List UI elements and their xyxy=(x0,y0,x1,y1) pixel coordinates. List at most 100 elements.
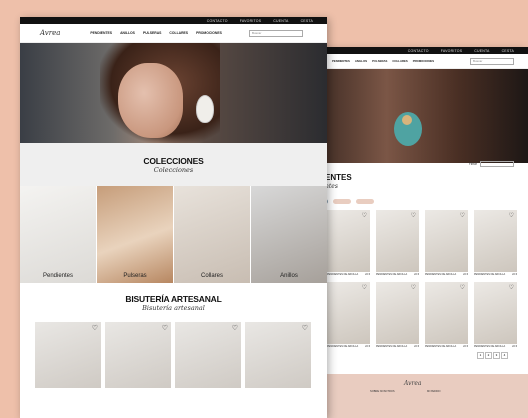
heart-icon[interactable]: ♡ xyxy=(411,284,416,291)
category-label: Collares xyxy=(200,273,223,279)
filter-label: Filtrar xyxy=(468,162,477,166)
product-card[interactable]: ♡ xyxy=(35,322,101,388)
product-card[interactable]: ♡ xyxy=(175,322,241,388)
filter-chips xyxy=(310,199,528,204)
footer: Avrea SOBRE NOSOTROS MI PEDIDO xyxy=(292,374,528,418)
filter-dropdown[interactable] xyxy=(480,161,514,167)
artisanal-header: BISUTERÍA ARTESANAL Bisutería artesanal xyxy=(20,283,327,312)
footer-column-about: SOBRE NOSOTROS xyxy=(370,390,395,395)
page-3[interactable]: 3 xyxy=(493,352,500,359)
category-label: Pendientes xyxy=(42,273,74,279)
nav-collares[interactable]: COLLARES xyxy=(392,59,407,63)
page-2[interactable]: 2 xyxy=(485,352,492,359)
heart-icon[interactable]: ♡ xyxy=(302,324,308,332)
product-price: 22 € xyxy=(365,273,370,276)
nav-anillos[interactable]: ANILLOS xyxy=(120,31,135,35)
heart-icon[interactable]: ♡ xyxy=(92,324,98,332)
category-tiles: Pendientes Pulseras Collares Anillos xyxy=(20,186,327,283)
footer-heading: SOBRE NOSOTROS xyxy=(370,390,395,393)
product-image[interactable]: ♡ xyxy=(327,210,370,272)
page-4[interactable]: 4 xyxy=(501,352,508,359)
cart-link[interactable]: CESTA xyxy=(301,19,313,23)
product-grid: ♡ PENDIENTES DE ARCILLA 22 € ♡ PENDIENTES D… xyxy=(327,210,528,348)
pagination: 1 2 3 4 xyxy=(477,352,508,359)
category-anillos[interactable]: Anillos xyxy=(251,186,327,283)
page-title: ENTES xyxy=(325,173,352,182)
product-name: PENDIENTES DE ARCILLA xyxy=(327,273,359,276)
nav-collares[interactable]: COLLARES xyxy=(169,31,188,35)
nav-pulseras[interactable]: PULSERAS xyxy=(143,31,161,35)
back-browser-window: CONTACTO FAVORITOS CUENTA CESTA PENDIENT… xyxy=(292,47,528,418)
heart-icon[interactable]: ♡ xyxy=(411,212,416,219)
product-image[interactable]: ♡ xyxy=(474,210,517,272)
product-card[interactable]: ♡ PENDIENTES DE ARCILLA 22 € xyxy=(474,282,517,348)
heart-icon[interactable]: ♡ xyxy=(460,284,465,291)
white-earring xyxy=(196,95,214,123)
favorites-link[interactable]: FAVORITOS xyxy=(441,49,463,53)
product-name: PENDIENTES DE ARCILLA xyxy=(327,345,359,348)
collections-script: Colecciones xyxy=(153,165,194,174)
heart-icon[interactable]: ♡ xyxy=(232,324,238,332)
product-image[interactable]: ♡ xyxy=(376,282,419,344)
contact-link[interactable]: CONTACTO xyxy=(207,19,228,23)
footer-heading: MI PEDIDO xyxy=(427,390,441,393)
nav-anillos[interactable]: ANILLOS xyxy=(355,59,367,63)
product-image[interactable]: ♡ xyxy=(376,210,419,272)
front-navbar: Avrea PENDIENTES ANILLOS PULSERAS COLLAR… xyxy=(20,24,327,43)
cart-link[interactable]: CESTA xyxy=(502,49,514,53)
nav-pulseras[interactable]: PULSERAS xyxy=(372,59,387,63)
filter-select[interactable]: Filtrar xyxy=(469,161,514,167)
product-name: PENDIENTES DE ARCILLA xyxy=(425,273,457,276)
product-card[interactable]: ♡ xyxy=(245,322,311,388)
product-name: PENDIENTES DE ARCILLA xyxy=(474,273,506,276)
product-card[interactable]: ♡ PENDIENTES DE ARCILLA 22 € xyxy=(376,282,419,348)
gold-stud xyxy=(402,115,412,125)
front-browser-window: CONTACTO FAVORITOS CUENTA CESTA Avrea PE… xyxy=(20,17,327,418)
product-card[interactable]: ♡ PENDIENTES DE ARCILLA 22 € xyxy=(376,210,419,276)
heart-icon[interactable]: ♡ xyxy=(362,212,367,219)
account-link[interactable]: CUENTA xyxy=(474,49,489,53)
page-1[interactable]: 1 xyxy=(477,352,484,359)
account-link[interactable]: CUENTA xyxy=(273,19,288,23)
heart-icon[interactable]: ♡ xyxy=(509,212,514,219)
nav-promociones[interactable]: PROMOCIONES xyxy=(413,59,434,63)
heart-icon[interactable]: ♡ xyxy=(162,324,168,332)
product-card[interactable]: ♡ PENDIENTES DE ARCILLA 22 € xyxy=(474,210,517,276)
product-card[interactable]: ♡ xyxy=(105,322,171,388)
product-image[interactable]: ♡ xyxy=(474,282,517,344)
product-card[interactable]: ♡ PENDIENTES DE ARCILLA 22 € xyxy=(327,210,370,276)
heart-icon[interactable]: ♡ xyxy=(460,212,465,219)
search-input[interactable]: Buscar xyxy=(470,58,514,65)
filter-chip[interactable] xyxy=(333,199,351,204)
category-label: Pulseras xyxy=(123,273,147,279)
nav-pendientes[interactable]: PENDIENTES xyxy=(90,31,112,35)
hero-image xyxy=(292,69,528,163)
product-name: PENDIENTES DE ARCILLA xyxy=(425,345,457,348)
product-image[interactable]: ♡ xyxy=(425,210,468,272)
product-card[interactable]: ♡ PENDIENTES DE ARCILLA 22 € xyxy=(425,282,468,348)
product-price: 22 € xyxy=(512,345,517,348)
brand-logo[interactable]: Avrea xyxy=(40,29,60,37)
category-pendientes[interactable]: Pendientes xyxy=(20,186,96,283)
footer-logo: Avrea xyxy=(404,380,422,387)
category-pulseras[interactable]: Pulseras xyxy=(97,186,173,283)
product-card[interactable]: ♡ PENDIENTES DE ARCILLA 22 € xyxy=(327,282,370,348)
category-collares[interactable]: Collares xyxy=(174,186,250,283)
product-card[interactable]: ♡ PENDIENTES DE ARCILLA 22 € xyxy=(425,210,468,276)
product-price: 22 € xyxy=(414,345,419,348)
heart-icon[interactable]: ♡ xyxy=(509,284,514,291)
filter-chip[interactable] xyxy=(356,199,374,204)
nav-promociones[interactable]: PROMOCIONES xyxy=(196,31,222,35)
collections-title: COLECCIONES xyxy=(143,155,204,166)
favorites-link[interactable]: FAVORITOS xyxy=(240,19,262,23)
product-price: 22 € xyxy=(463,273,468,276)
contact-link[interactable]: CONTACTO xyxy=(408,49,429,53)
product-image[interactable]: ♡ xyxy=(327,282,370,344)
collections-header: COLECCIONES Colecciones xyxy=(20,143,327,186)
product-name: PENDIENTES DE ARCILLA xyxy=(376,273,408,276)
product-image[interactable]: ♡ xyxy=(425,282,468,344)
search-input[interactable]: Buscar xyxy=(249,30,303,37)
heart-icon[interactable]: ♡ xyxy=(362,284,367,291)
nav-pendientes[interactable]: PENDIENTES xyxy=(332,59,350,63)
product-price: 22 € xyxy=(463,345,468,348)
